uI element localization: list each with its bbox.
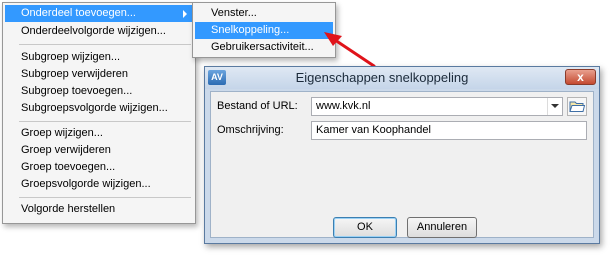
menu-item-subgroep-wijzigen[interactable]: Subgroep wijzigen... — [5, 49, 193, 66]
menu-item-label: Snelkoppeling... — [211, 24, 290, 36]
menu-item-subgroepsvolgorde-wijzigen[interactable]: Subgroepsvolgorde wijzigen... — [5, 100, 193, 117]
menu-separator — [19, 44, 191, 45]
menu-separator — [19, 121, 191, 122]
menu-item-subgroep-verwijderen[interactable]: Subgroep verwijderen — [5, 66, 193, 83]
submenu: Venster... Snelkoppeling... Gebruikersac… — [192, 2, 336, 58]
dialog-title: Eigenschappen snelkoppeling — [295, 70, 469, 85]
menu-item-label: Groep verwijderen — [21, 144, 111, 156]
red-arrow-icon — [324, 32, 376, 68]
description-label: Omschrijving: — [217, 124, 284, 136]
menu-item-subgroep-toevoegen[interactable]: Subgroep toevoegen... — [5, 83, 193, 100]
submenu-item-snelkoppeling[interactable]: Snelkoppeling... — [195, 22, 333, 39]
menu-item-label: Subgroepsvolgorde wijzigen... — [21, 102, 168, 114]
menu-item-label: Subgroep verwijderen — [21, 68, 129, 80]
menu-item-label: Subgroep toevoegen... — [21, 85, 133, 97]
dialog-titlebar: AV Eigenschappen snelkoppeling x — [205, 67, 599, 89]
url-combobox[interactable]: www.kvk.nl — [311, 97, 563, 116]
menu-item-label: Groep toevoegen... — [21, 161, 116, 173]
close-button[interactable]: x — [565, 69, 596, 85]
menu-item-onderdeelvolgorde-wijzigen[interactable]: Onderdeelvolgorde wijzigen... — [5, 23, 193, 40]
menu-item-groep-wijzigen[interactable]: Groep wijzigen... — [5, 125, 193, 142]
menu-item-onderdeel-toevoegen[interactable]: Onderdeel toevoegen... — [5, 5, 193, 22]
menu-item-label: Groepsvolgorde wijzigen... — [21, 178, 151, 190]
menu-item-label: Onderdeelvolgorde wijzigen... — [21, 25, 166, 37]
description-field[interactable]: Kamer van Koophandel — [311, 121, 587, 140]
menu-item-label: Gebruikersactiviteit... — [211, 41, 314, 53]
menu-item-label: Groep wijzigen... — [21, 127, 103, 139]
context-menu: Onderdeel toevoegen... Onderdeelvolgorde… — [2, 2, 196, 224]
dialog-body: Bestand of URL: www.kvk.nl Omschrijving:… — [210, 91, 594, 238]
menu-item-groep-toevoegen[interactable]: Groep toevoegen... — [5, 159, 193, 176]
submenu-arrow-icon — [183, 10, 187, 18]
submenu-item-gebruikersactiviteit[interactable]: Gebruikersactiviteit... — [195, 39, 333, 56]
menu-item-groepsvolgorde-wijzigen[interactable]: Groepsvolgorde wijzigen... — [5, 176, 193, 193]
menu-separator — [19, 197, 191, 198]
url-label: Bestand of URL: — [217, 100, 298, 112]
menu-item-groep-verwijderen[interactable]: Groep verwijderen — [5, 142, 193, 159]
shortcut-properties-dialog: AV Eigenschappen snelkoppeling x Bestand… — [204, 66, 600, 244]
url-value: www.kvk.nl — [316, 100, 371, 112]
menu-item-label: Subgroep wijzigen... — [21, 51, 121, 63]
folder-icon — [569, 101, 586, 112]
ok-button[interactable]: OK — [333, 217, 397, 238]
browse-folder-button[interactable] — [567, 97, 587, 116]
menu-item-label: Onderdeel toevoegen... — [21, 7, 136, 19]
menu-item-label: Volgorde herstellen — [21, 203, 116, 215]
submenu-item-venster[interactable]: Venster... — [195, 5, 333, 22]
cancel-button[interactable]: Annuleren — [407, 217, 477, 238]
description-value: Kamer van Koophandel — [316, 124, 431, 136]
menu-item-label: Venster... — [211, 7, 257, 19]
chevron-down-icon[interactable] — [547, 98, 562, 115]
menu-item-volgorde-herstellen[interactable]: Volgorde herstellen — [5, 201, 193, 218]
